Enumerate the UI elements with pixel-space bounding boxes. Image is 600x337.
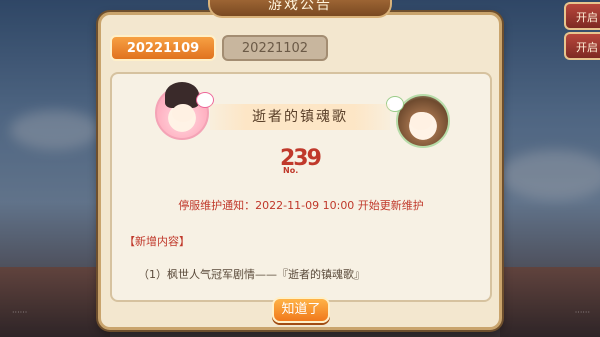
- maintenance-notice: 停服维护通知：2022-11-09 10:00 开始更新维护: [178, 199, 424, 212]
- chibi-face: [410, 112, 432, 130]
- tab-20221102[interactable]: 20221102: [222, 35, 328, 61]
- issue-number-badge: 239 No.: [280, 148, 322, 180]
- bg-caption: ······: [12, 308, 28, 317]
- ok-button[interactable]: 知道了: [272, 297, 330, 323]
- chibi-face: [172, 104, 194, 122]
- list-item: （1）枫世人气冠军剧情——『逝者的镇魂歌』: [138, 268, 365, 281]
- issue-number-label: No.: [283, 166, 299, 175]
- announcement-headline: 逝者的镇魂歌: [210, 104, 390, 130]
- tab-20221109[interactable]: 20221109: [110, 35, 216, 61]
- section-title: 【新增内容】: [124, 235, 190, 248]
- bg-caption: ······: [574, 308, 590, 317]
- side-button-2[interactable]: 开启: [564, 32, 600, 60]
- side-button-1[interactable]: 开启: [564, 2, 600, 30]
- panel-title: 游戏公告: [208, 0, 392, 18]
